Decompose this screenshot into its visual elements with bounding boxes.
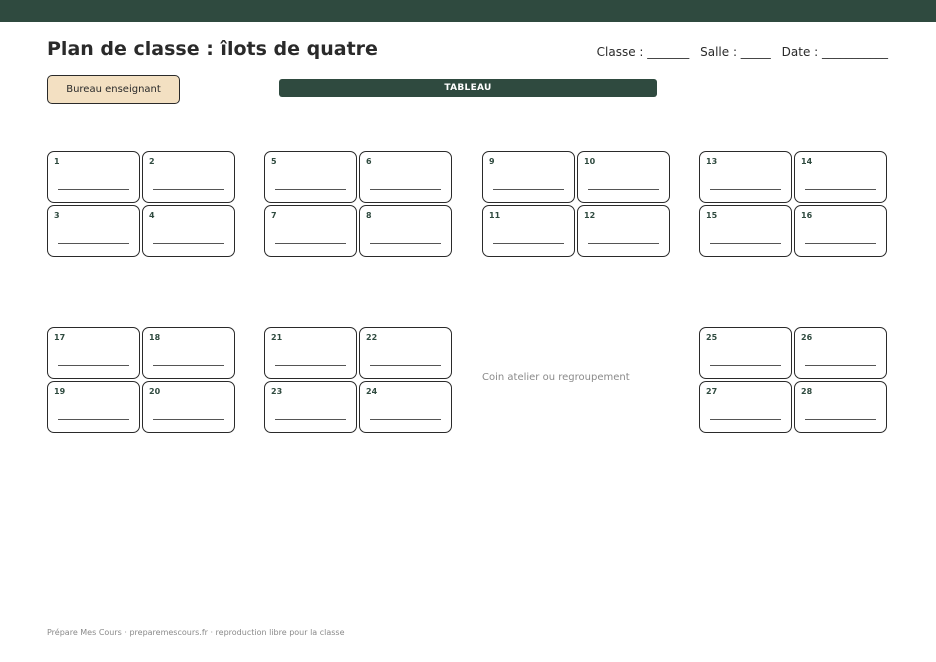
seat-number: 5 bbox=[271, 157, 277, 166]
seat-number: 4 bbox=[149, 211, 155, 220]
seat-number: 1 bbox=[54, 157, 60, 166]
seat-number: 12 bbox=[584, 211, 596, 220]
name-line bbox=[805, 243, 876, 244]
atelier-zone-label: Coin atelier ou regroupement bbox=[482, 372, 630, 383]
seat-number: 22 bbox=[366, 333, 378, 342]
seat-number: 17 bbox=[54, 333, 66, 342]
name-line bbox=[805, 365, 876, 366]
name-line bbox=[588, 243, 659, 244]
seat-number: 24 bbox=[366, 387, 378, 396]
seat-8: 8 bbox=[359, 205, 452, 257]
name-line bbox=[275, 189, 346, 190]
name-line bbox=[153, 189, 224, 190]
seat-number: 2 bbox=[149, 157, 155, 166]
seat-16: 16 bbox=[794, 205, 887, 257]
name-line bbox=[153, 419, 224, 420]
seat-23: 23 bbox=[264, 381, 357, 433]
seat-number: 16 bbox=[801, 211, 813, 220]
seat-number: 25 bbox=[706, 333, 718, 342]
seat-number: 20 bbox=[149, 387, 161, 396]
name-line bbox=[275, 365, 346, 366]
name-line bbox=[370, 419, 441, 420]
name-line bbox=[58, 243, 129, 244]
seat-5: 5 bbox=[264, 151, 357, 203]
name-line bbox=[153, 365, 224, 366]
header-fields: Classe : _______ Salle : _____ Date : __… bbox=[590, 45, 888, 59]
date-field: Date : ___________ bbox=[781, 45, 888, 59]
page-title: Plan de classe : îlots de quatre bbox=[47, 38, 378, 60]
name-line bbox=[370, 243, 441, 244]
seat-12: 12 bbox=[577, 205, 670, 257]
seat-number: 11 bbox=[489, 211, 501, 220]
seat-3: 3 bbox=[47, 205, 140, 257]
seat-15: 15 bbox=[699, 205, 792, 257]
seat-number: 27 bbox=[706, 387, 718, 396]
seat-7: 7 bbox=[264, 205, 357, 257]
seat-21: 21 bbox=[264, 327, 357, 379]
seat-20: 20 bbox=[142, 381, 235, 433]
seat-number: 15 bbox=[706, 211, 718, 220]
seat-10: 10 bbox=[577, 151, 670, 203]
name-line bbox=[58, 189, 129, 190]
seat-number: 14 bbox=[801, 157, 813, 166]
seat-1: 1 bbox=[47, 151, 140, 203]
name-line bbox=[275, 419, 346, 420]
seat-number: 19 bbox=[54, 387, 66, 396]
seat-number: 7 bbox=[271, 211, 277, 220]
name-line bbox=[370, 365, 441, 366]
name-line bbox=[58, 419, 129, 420]
seat-14: 14 bbox=[794, 151, 887, 203]
name-line bbox=[370, 189, 441, 190]
seat-number: 10 bbox=[584, 157, 596, 166]
seat-4: 4 bbox=[142, 205, 235, 257]
seat-27: 27 bbox=[699, 381, 792, 433]
name-line bbox=[493, 189, 564, 190]
seat-18: 18 bbox=[142, 327, 235, 379]
seat-number: 28 bbox=[801, 387, 813, 396]
name-line bbox=[710, 243, 781, 244]
seat-11: 11 bbox=[482, 205, 575, 257]
seat-number: 3 bbox=[54, 211, 60, 220]
name-line bbox=[710, 419, 781, 420]
name-line bbox=[805, 419, 876, 420]
seat-13: 13 bbox=[699, 151, 792, 203]
seat-number: 6 bbox=[366, 157, 372, 166]
seat-number: 13 bbox=[706, 157, 718, 166]
seat-number: 26 bbox=[801, 333, 813, 342]
salle-field: Salle : _____ bbox=[700, 45, 771, 59]
seat-number: 8 bbox=[366, 211, 372, 220]
footer-credit: Prépare Mes Cours · preparemescours.fr ·… bbox=[47, 628, 345, 637]
seat-22: 22 bbox=[359, 327, 452, 379]
seat-6: 6 bbox=[359, 151, 452, 203]
seat-24: 24 bbox=[359, 381, 452, 433]
seat-number: 21 bbox=[271, 333, 283, 342]
top-banner bbox=[0, 0, 936, 22]
name-line bbox=[710, 365, 781, 366]
name-line bbox=[805, 189, 876, 190]
blackboard: TABLEAU bbox=[279, 79, 657, 97]
seat-17: 17 bbox=[47, 327, 140, 379]
seat-9: 9 bbox=[482, 151, 575, 203]
name-line bbox=[493, 243, 564, 244]
name-line bbox=[153, 243, 224, 244]
seat-25: 25 bbox=[699, 327, 792, 379]
seat-19: 19 bbox=[47, 381, 140, 433]
seat-2: 2 bbox=[142, 151, 235, 203]
seat-number: 23 bbox=[271, 387, 283, 396]
seat-number: 9 bbox=[489, 157, 495, 166]
classe-field: Classe : _______ bbox=[596, 45, 690, 59]
seat-28: 28 bbox=[794, 381, 887, 433]
name-line bbox=[588, 189, 659, 190]
name-line bbox=[275, 243, 346, 244]
seat-26: 26 bbox=[794, 327, 887, 379]
name-line bbox=[710, 189, 781, 190]
teacher-desk: Bureau enseignant bbox=[47, 75, 180, 104]
name-line bbox=[58, 365, 129, 366]
seat-number: 18 bbox=[149, 333, 161, 342]
